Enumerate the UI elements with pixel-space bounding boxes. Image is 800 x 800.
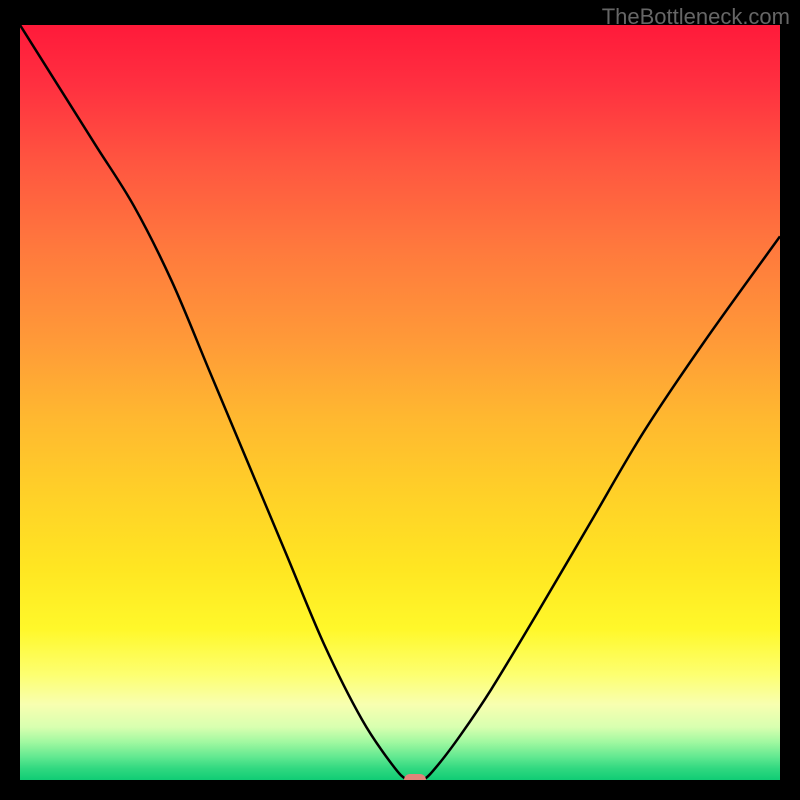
bottleneck-curve bbox=[20, 25, 780, 780]
watermark-text: TheBottleneck.com bbox=[602, 4, 790, 30]
plot-area bbox=[20, 25, 780, 780]
optimal-marker bbox=[404, 774, 426, 780]
